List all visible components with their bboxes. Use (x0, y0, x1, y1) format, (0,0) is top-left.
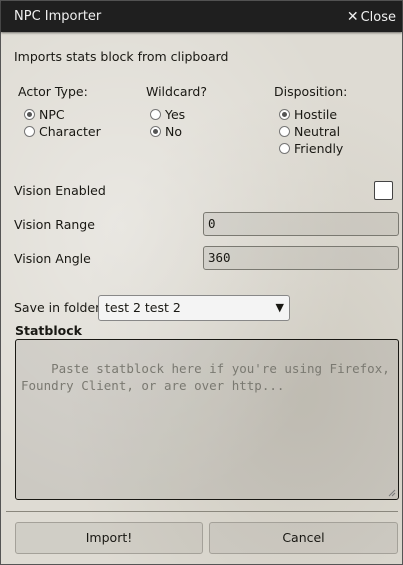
wildcard-yes-option[interactable]: Yes (150, 107, 185, 122)
disposition-hostile-radio[interactable] (279, 109, 290, 120)
statblock-textarea[interactable]: Paste statblock here if you're using Fir… (15, 339, 399, 500)
statblock-placeholder: Paste statblock here if you're using Fir… (21, 361, 398, 393)
save-folder-label: Save in folder (14, 300, 101, 315)
vision-range-label: Vision Range (14, 217, 95, 232)
actor-type-character-label: Character (39, 124, 101, 139)
actor-type-npc-radio[interactable] (24, 109, 35, 120)
wildcard-no-option[interactable]: No (150, 124, 182, 139)
wildcard-label: Wildcard? (146, 84, 207, 99)
resize-handle-icon[interactable] (388, 489, 396, 497)
window-titlebar[interactable]: NPC Importer ✕ Close (1, 1, 402, 32)
vision-angle-input[interactable]: 360 (203, 246, 399, 270)
disposition-neutral-label: Neutral (294, 124, 341, 139)
vision-range-input[interactable]: 0 (203, 212, 399, 236)
import-button[interactable]: Import! (15, 522, 203, 554)
disposition-friendly-radio[interactable] (279, 143, 290, 154)
actor-type-npc-option[interactable]: NPC (24, 107, 65, 122)
wildcard-yes-radio[interactable] (150, 109, 161, 120)
vision-angle-label: Vision Angle (14, 251, 91, 266)
actor-type-label: Actor Type: (18, 84, 88, 99)
close-button[interactable]: ✕ Close (347, 9, 396, 25)
save-folder-value: test 2 test 2 (105, 300, 181, 315)
disposition-neutral-option[interactable]: Neutral (279, 124, 340, 139)
disposition-friendly-label: Friendly (294, 141, 344, 156)
intro-text: Imports stats block from clipboard (14, 49, 229, 64)
statblock-label: Statblock (15, 323, 82, 338)
vision-enabled-checkbox[interactable] (374, 181, 393, 200)
wildcard-yes-label: Yes (165, 107, 186, 122)
npc-importer-window: NPC Importer ✕ Close Imports stats block… (0, 0, 403, 565)
actor-type-npc-label: NPC (39, 107, 65, 122)
vision-enabled-label: Vision Enabled (14, 183, 106, 198)
disposition-hostile-option[interactable]: Hostile (279, 107, 337, 122)
footer-divider (6, 511, 398, 512)
chevron-down-icon: ▼ (275, 301, 284, 314)
disposition-neutral-radio[interactable] (279, 126, 290, 137)
wildcard-no-radio[interactable] (150, 126, 161, 137)
save-folder-select[interactable]: test 2 test 2 ▼ (98, 295, 290, 321)
window-title: NPC Importer (14, 9, 102, 24)
disposition-label: Disposition: (274, 84, 348, 99)
actor-type-character-option[interactable]: Character (24, 124, 101, 139)
close-icon: ✕ (346, 9, 359, 25)
actor-type-character-radio[interactable] (24, 126, 35, 137)
wildcard-no-label: No (165, 124, 182, 139)
disposition-friendly-option[interactable]: Friendly (279, 141, 343, 156)
cancel-button[interactable]: Cancel (209, 522, 398, 554)
disposition-hostile-label: Hostile (294, 107, 338, 122)
close-label: Close (360, 9, 396, 25)
